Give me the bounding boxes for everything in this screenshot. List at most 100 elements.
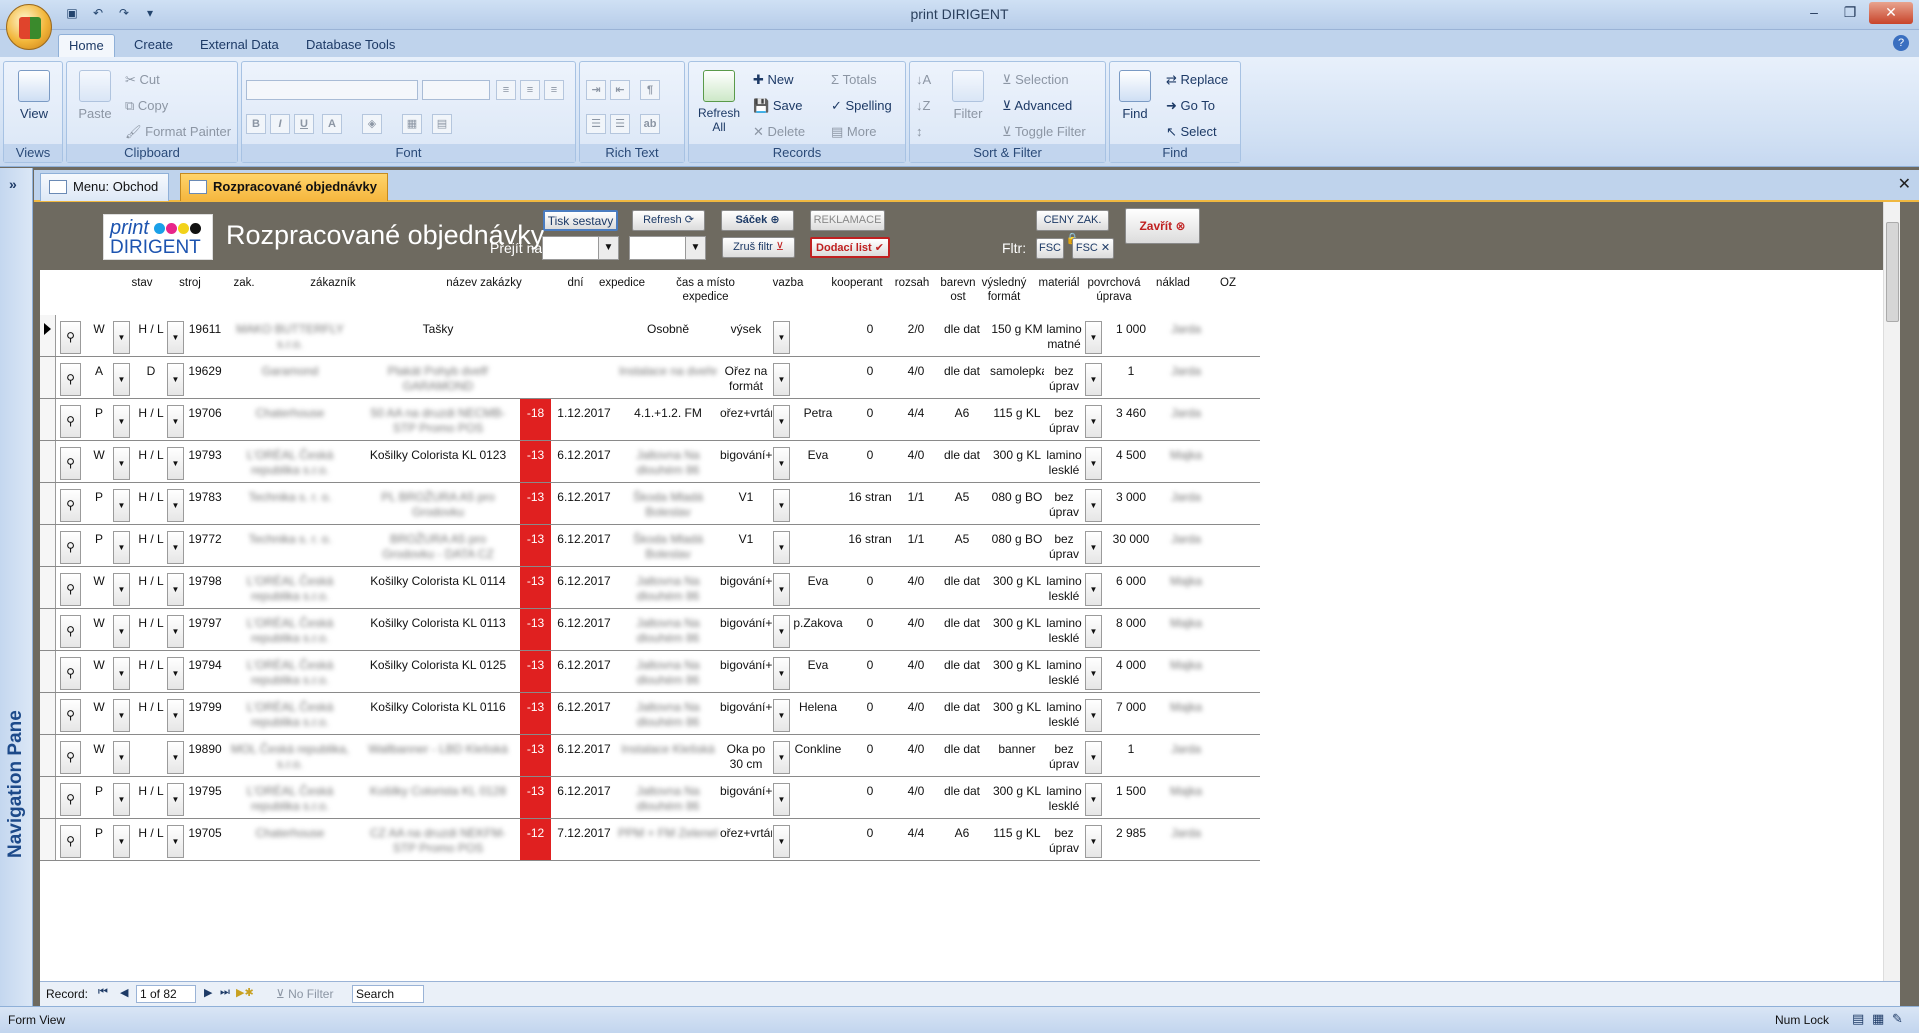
cell-material[interactable]: 300 g KL: [990, 574, 1044, 589]
search-icon[interactable]: ⚲: [60, 783, 81, 816]
cell-barevnost[interactable]: 4/0: [898, 616, 934, 631]
cell-format[interactable]: A6: [936, 406, 988, 421]
cell-expedice[interactable]: 7.12.2017: [553, 826, 615, 841]
cell-zakaznik[interactable]: L'ORÉAL Česká republika s.r.o.: [226, 616, 354, 646]
chevron-down-icon[interactable]: ▼: [1085, 783, 1102, 816]
cell-zakaznik[interactable]: L'ORÉAL Česká republika s.r.o.: [226, 784, 354, 814]
clear-sort-icon[interactable]: ↕: [916, 124, 923, 139]
cell-nazev[interactable]: Plakát Pohyb dvefř GARAMOND: [363, 364, 513, 394]
advanced-filter-button[interactable]: ⊻ Advanced: [1002, 98, 1072, 114]
table-row[interactable]: ⚲ W ▼ H / L ▼ 19799 L'ORÉAL Česká republ…: [40, 693, 1260, 735]
cell-oz[interactable]: Jarda: [1164, 826, 1208, 841]
minimize-icon[interactable]: ‒: [1797, 2, 1831, 24]
chevron-down-icon[interactable]: ▼: [773, 657, 790, 690]
restore-icon[interactable]: ❐: [1833, 2, 1867, 24]
align-left-icon[interactable]: ≡: [496, 80, 516, 100]
search-icon[interactable]: ⚲: [60, 447, 81, 480]
cell-oz[interactable]: Majka: [1164, 784, 1208, 799]
chevron-down-icon[interactable]: ▼: [1085, 615, 1102, 648]
cell-material[interactable]: 115 g KL: [990, 406, 1044, 421]
chevron-down-icon[interactable]: ▼: [1085, 573, 1102, 606]
align-center-icon[interactable]: ≡: [520, 80, 540, 100]
chevron-down-icon[interactable]: ▼: [1085, 741, 1102, 774]
cell-uprava[interactable]: bez úprav: [1044, 406, 1084, 436]
cell-naklad[interactable]: 1: [1106, 364, 1156, 379]
cell-uprava[interactable]: bez úprav: [1044, 364, 1084, 394]
last-record-icon[interactable]: ⏭: [220, 986, 230, 999]
cell-rozsah[interactable]: 0: [846, 784, 894, 799]
chevron-down-icon[interactable]: ▼: [773, 363, 790, 396]
cell-vazba[interactable]: bigování+oboustra: [720, 616, 772, 631]
cell-kooperant[interactable]: Eva: [792, 448, 844, 463]
cell-nazev[interactable]: Wallbanner - LBD Klešská: [363, 742, 513, 757]
record-selector[interactable]: [40, 483, 56, 524]
cell-zak[interactable]: 19629: [186, 364, 224, 379]
cell-uprava[interactable]: lamino lesklé: [1044, 574, 1084, 604]
cell-stav[interactable]: P: [88, 490, 110, 505]
cell-barevnost[interactable]: 4/0: [898, 448, 934, 463]
chevron-down-icon[interactable]: ▼: [1085, 657, 1102, 690]
cell-expedice[interactable]: 6.12.2017: [553, 574, 615, 589]
table-row[interactable]: ⚲ P ▼ H / L ▼ 19706 Chaterhouse 50 AA na…: [40, 399, 1260, 441]
cell-oz[interactable]: Jarda: [1164, 364, 1208, 379]
record-selector[interactable]: [40, 819, 56, 860]
table-row[interactable]: ⚲ W ▼ H / L ▼ 19798 L'ORÉAL Česká republ…: [40, 567, 1260, 609]
next-record-icon[interactable]: ▶: [204, 986, 212, 999]
new-record-button[interactable]: ✚ New: [753, 72, 794, 88]
reklamace-button[interactable]: REKLAMACE: [810, 210, 885, 231]
chevron-down-icon[interactable]: ▼: [1085, 405, 1102, 438]
paragraph-icon[interactable]: ¶: [640, 80, 660, 100]
prejit-na-combo-1[interactable]: ▼: [542, 236, 619, 260]
cell-rozsah[interactable]: 0: [846, 448, 894, 463]
cell-naklad[interactable]: 1: [1106, 742, 1156, 757]
cell-expedice[interactable]: 6.12.2017: [553, 742, 615, 757]
view-button[interactable]: View: [12, 70, 56, 121]
record-selector[interactable]: [40, 399, 56, 440]
tisk-sestavy-button[interactable]: Tisk sestavy: [543, 210, 618, 231]
cell-stroj[interactable]: H / L: [133, 406, 169, 421]
refresh-button[interactable]: Refresh ⟳: [632, 210, 705, 231]
prejit-na-combo-2[interactable]: ▼: [629, 236, 706, 260]
toggle-filter-button[interactable]: ⊻ Toggle Filter: [1002, 124, 1086, 140]
close-window-icon[interactable]: ✕: [1869, 2, 1913, 24]
record-selector[interactable]: [40, 441, 56, 482]
chevron-down-icon[interactable]: ▼: [773, 531, 790, 564]
cell-zakaznik[interactable]: MAKO BUTTERFLY s.r.o.: [226, 322, 354, 352]
cell-nazev[interactable]: Košilky Colorista KL 0123: [363, 448, 513, 463]
cell-stav[interactable]: P: [88, 826, 110, 841]
cell-kooperant[interactable]: Conkline: [792, 742, 844, 757]
tab-menu-obchod[interactable]: Menu: Obchod: [40, 173, 170, 201]
cell-nazev[interactable]: 50 AA na druzdi NECMB-STP Promo POS: [363, 406, 513, 436]
cell-expedice[interactable]: 6.12.2017: [553, 658, 615, 673]
cell-barevnost[interactable]: 4/4: [898, 406, 934, 421]
chevron-down-icon[interactable]: ▼: [773, 573, 790, 606]
chevron-down-icon[interactable]: ▼: [773, 783, 790, 816]
search-icon[interactable]: ⚲: [60, 363, 81, 396]
chevron-down-icon[interactable]: ▼: [598, 237, 618, 259]
sort-ascending-icon[interactable]: ↓A: [916, 72, 931, 87]
cell-nazev[interactable]: Košilky Colorista KL 0113: [363, 616, 513, 631]
cell-material[interactable]: 300 g KL: [990, 784, 1044, 799]
cell-oz[interactable]: Majka: [1164, 700, 1208, 715]
record-selector[interactable]: [40, 777, 56, 818]
chevron-down-icon[interactable]: ▼: [167, 825, 184, 858]
find-button[interactable]: Find: [1114, 70, 1156, 121]
cell-stav[interactable]: W: [88, 700, 110, 715]
cell-barevnost[interactable]: 4/0: [898, 784, 934, 799]
cell-format[interactable]: A6: [936, 826, 988, 841]
cell-nazev[interactable]: Košilky Colorista KL 0114: [363, 574, 513, 589]
cell-stav[interactable]: P: [88, 532, 110, 547]
cell-vazba[interactable]: bigování+oboustra: [720, 784, 772, 799]
cell-cas-misto[interactable]: Jaltovna Na dlouhém 86: [618, 574, 718, 604]
cell-material[interactable]: 300 g KL: [990, 658, 1044, 673]
search-icon[interactable]: ⚲: [60, 531, 81, 564]
cell-vazba[interactable]: bigování+oboustra: [720, 448, 772, 463]
cell-cas-misto[interactable]: Instalace Klešská: [618, 742, 718, 757]
cell-format[interactable]: A5: [936, 532, 988, 547]
cell-uprava[interactable]: bez úprav: [1044, 826, 1084, 856]
cell-nazev[interactable]: Košilky Colorista KL 0116: [363, 700, 513, 715]
cell-rozsah[interactable]: 0: [846, 364, 894, 379]
cell-stroj[interactable]: H / L: [133, 658, 169, 673]
chevron-down-icon[interactable]: ▼: [167, 321, 184, 354]
cell-stav[interactable]: A: [88, 364, 110, 379]
